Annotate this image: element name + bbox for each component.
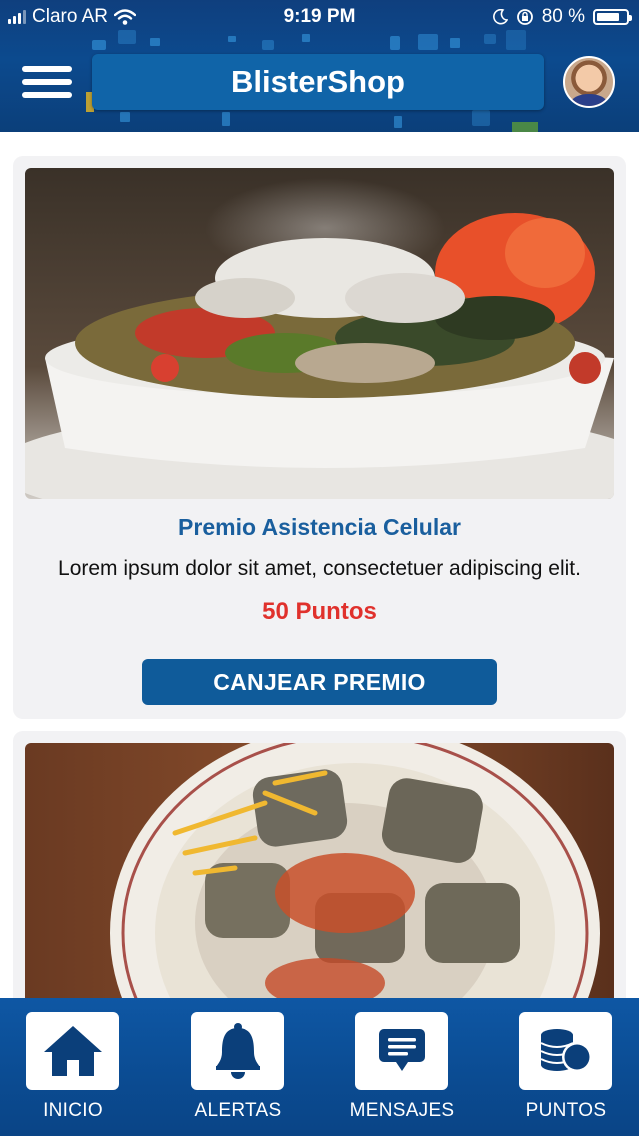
rewards-list[interactable]: Premio Asistencia Celular Lorem ipsum do… [0,132,639,998]
status-bar: Claro AR 9:19 PM 80 % [0,0,639,34]
menu-button[interactable] [22,66,72,100]
app-header: Claro AR 9:19 PM 80 % BlisterShop [0,0,639,132]
bell-icon [215,1023,260,1079]
reward-title: Premio Asistencia Celular [178,514,461,540]
status-right: 80 % [492,6,632,28]
coins-icon [540,1029,592,1072]
user-avatar[interactable] [563,56,615,108]
reward-image-salad [25,168,614,499]
nav-item-mensajes[interactable]: MENSAJES [342,1012,462,1130]
home-icon [43,1026,102,1076]
nav-item-alertas[interactable]: ALERTAS [178,1012,298,1130]
battery-icon [593,9,632,25]
battery-percent: 80 % [541,6,585,27]
reward-card [13,731,626,998]
reward-description: Lorem ipsum dolor sit amet, consectetuer… [58,557,581,580]
reward-image-ravioli [25,743,614,998]
nav-label-puntos: PUNTOS [525,1100,607,1121]
hamburger-icon [22,66,72,72]
bottom-navigation: INICIO ALERTAS MENSAJES PUNTOS [0,998,639,1136]
nav-label-mensajes: MENSAJES [349,1100,455,1121]
redeem-button[interactable]: CANJEAR PREMIO [142,659,497,705]
app-title: BlisterShop [92,54,544,110]
nav-item-inicio[interactable]: INICIO [13,1012,133,1130]
reward-points: 50 Puntos [262,598,377,625]
nav-label-inicio: INICIO [43,1100,103,1121]
moon-icon [492,9,508,25]
nav-label-alertas: ALERTAS [194,1100,282,1121]
reward-card: Premio Asistencia Celular Lorem ipsum do… [13,156,626,719]
nav-item-puntos[interactable]: PUNTOS [506,1012,626,1130]
orientation-lock-icon [516,9,533,25]
message-icon [378,1029,425,1071]
